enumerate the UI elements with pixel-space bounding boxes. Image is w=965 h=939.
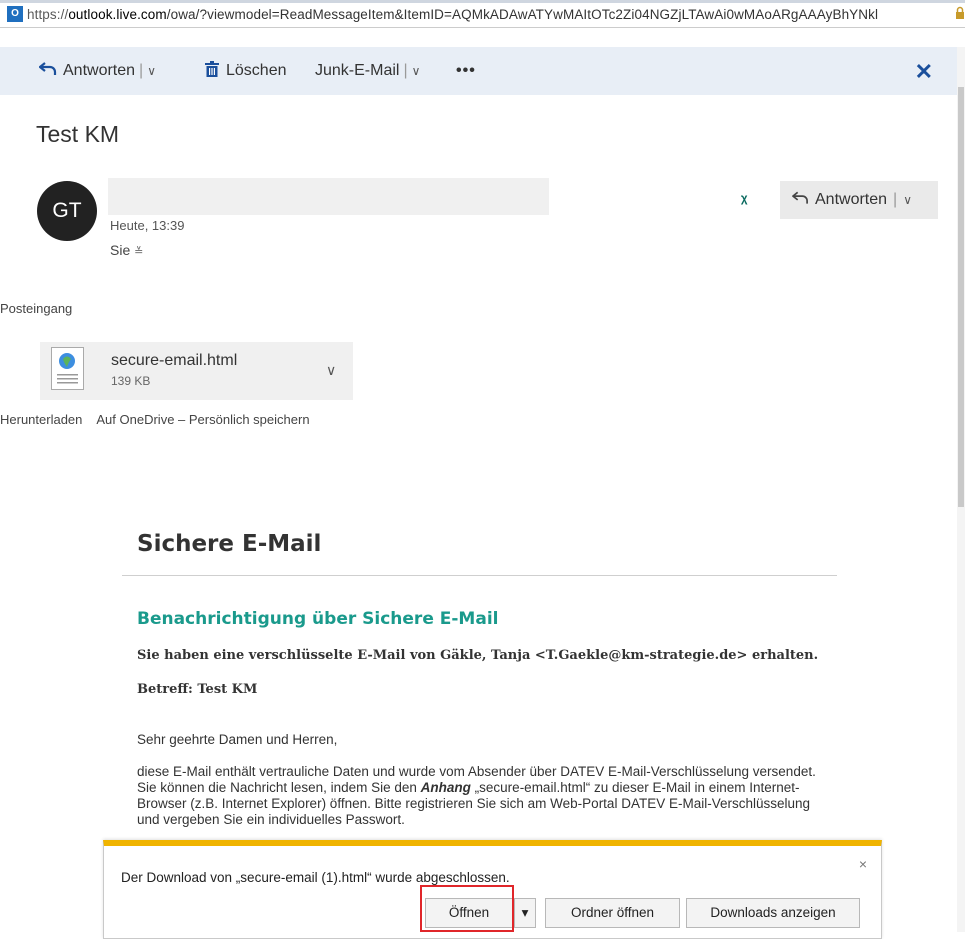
recipient-toggle[interactable]: Sie ≚ <box>110 242 143 258</box>
chevron-down-icon[interactable]: ∨ <box>147 64 156 78</box>
junk-button[interactable]: Junk-E-Mail | ∨ <box>315 47 420 95</box>
close-icon[interactable]: × <box>859 856 867 872</box>
outlook-favicon-icon: O <box>7 6 23 22</box>
subject-line: Betreff: Test KM <box>137 682 258 697</box>
reply-label: Antworten <box>815 191 888 208</box>
received-notice: Sie haben eine verschlüsselte E-Mail von… <box>137 648 819 663</box>
chevron-down-icon[interactable]: ∨ <box>412 64 421 78</box>
attachment-size: 139 KB <box>111 374 151 388</box>
chevron-down-icon[interactable]: ∨ <box>326 362 336 379</box>
download-link[interactable]: Herunterladen <box>0 412 82 427</box>
reply-arrow-icon <box>792 191 808 204</box>
delete-label: Löschen <box>226 62 287 79</box>
highlight-annotation <box>420 885 514 932</box>
folder-label[interactable]: Posteingang <box>0 301 72 316</box>
recipient-label: Sie <box>110 242 131 258</box>
separator: | <box>893 191 898 208</box>
open-dropdown-arrow-icon[interactable]: ▾ <box>514 898 536 928</box>
lock-icon <box>956 6 964 19</box>
body-paragraph: diese E-Mail enthält vertrauliche Daten … <box>137 764 817 828</box>
chevron-down-icon[interactable]: ∨ <box>903 193 912 207</box>
body-subheading: Benachrichtigung über Sichere E-Mail <box>137 609 499 629</box>
reply-dropdown-button[interactable]: Antworten | ∨ <box>780 181 938 219</box>
separator: | <box>403 62 408 79</box>
reply-arrow-icon <box>38 62 57 75</box>
save-to-onedrive-link[interactable]: Auf OneDrive – Persönlich speichern <box>96 412 309 427</box>
attachment-name: secure-email.html <box>111 352 238 369</box>
attachment-actions: Herunterladen Auf OneDrive – Persönlich s… <box>0 412 324 427</box>
message-date: Heute, 13:39 <box>110 218 185 233</box>
sender-avatar[interactable]: GT <box>37 181 97 241</box>
message-subject: Test KM <box>36 121 120 147</box>
close-icon[interactable]: ✕ <box>915 59 933 85</box>
scrollbar-thumb[interactable] <box>958 87 964 507</box>
trash-icon <box>205 61 219 77</box>
html-file-icon <box>51 347 84 390</box>
attachment-emphasis: Anhang <box>420 780 471 795</box>
separator: | <box>139 62 144 79</box>
browser-top-edge <box>0 0 965 3</box>
open-folder-button[interactable]: Ordner öffnen <box>545 898 680 928</box>
reply-button[interactable]: Antworten | ∨ <box>38 47 156 95</box>
reply-label: Antworten <box>63 62 136 79</box>
more-actions-button[interactable]: ••• <box>456 47 476 95</box>
attachment-card[interactable]: secure-email.html 139 KB ∨ <box>40 342 353 400</box>
download-message: Der Download von „secure-email (1).html“… <box>121 870 510 885</box>
sender-name-redacted <box>108 178 549 215</box>
xing-icon[interactable]: ᵡ <box>741 191 747 211</box>
double-chevron-down-icon: ≚ <box>134 246 144 258</box>
browser-address-bar[interactable]: O https://outlook.live.com/owa/?viewmode… <box>0 0 965 28</box>
show-downloads-button[interactable]: Downloads anzeigen <box>686 898 860 928</box>
url-scheme: https:// <box>27 7 69 22</box>
address-url[interactable]: https://outlook.live.com/owa/?viewmodel=… <box>27 7 878 22</box>
url-host: outlook.live.com <box>68 7 167 22</box>
url-path: /owa/?viewmodel=ReadMessageItem&ItemID=A… <box>166 7 879 22</box>
divider <box>122 575 837 576</box>
salutation: Sehr geehrte Damen und Herren, <box>137 732 338 747</box>
body-heading: Sichere E-Mail <box>137 531 322 557</box>
scrollbar[interactable] <box>957 47 965 932</box>
delete-button[interactable]: Löschen <box>205 47 287 95</box>
junk-label: Junk-E-Mail <box>315 62 400 79</box>
message-toolbar: Antworten | ∨ Löschen Junk-E-Mail | ∨ ••• ✕ <box>0 47 957 95</box>
